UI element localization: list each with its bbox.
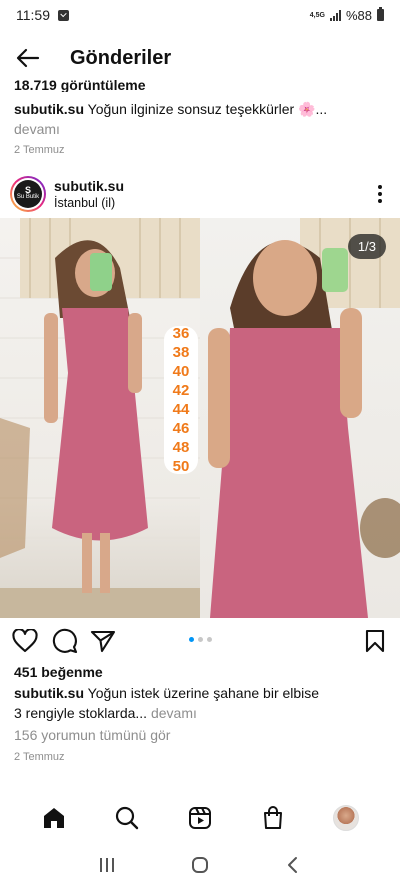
carousel-dot bbox=[207, 637, 212, 642]
previous-post-username[interactable]: subutik.su bbox=[14, 101, 84, 117]
size-label: 50 bbox=[172, 458, 190, 475]
post-user-info: subutik.su İstanbul (il) bbox=[54, 178, 124, 210]
previous-post-more-link[interactable]: devamı bbox=[14, 121, 60, 137]
shop-icon bbox=[263, 806, 282, 829]
size-label: 46 bbox=[172, 420, 190, 437]
nav-home[interactable] bbox=[40, 804, 68, 832]
home-system-button[interactable] bbox=[190, 856, 210, 879]
arrow-left-icon bbox=[16, 48, 40, 68]
post-header: S Su Butik subutik.su İstanbul (il) bbox=[0, 174, 400, 214]
page-title: Gönderiler bbox=[70, 46, 172, 69]
size-label: 44 bbox=[172, 401, 190, 418]
previous-post-caption: subutik.su Yoğun ilginize sonsuz teşekkü… bbox=[14, 99, 386, 139]
carousel-counter: 1/3 bbox=[347, 234, 386, 259]
post-caption: subutik.su Yoğun istek üzerine şahane bi… bbox=[14, 683, 386, 723]
nav-profile[interactable] bbox=[332, 804, 360, 832]
size-label: 42 bbox=[172, 382, 190, 399]
battery-percent: %88 bbox=[345, 7, 372, 23]
notification-icon bbox=[58, 9, 69, 21]
post-location[interactable]: İstanbul (il) bbox=[54, 196, 124, 210]
previous-post-views: 18.719 görüntüleme bbox=[14, 80, 146, 92]
search-icon bbox=[116, 806, 139, 830]
heart-icon bbox=[12, 629, 38, 653]
avatar[interactable]: S Su Butik bbox=[10, 176, 46, 212]
caption-line-1: Yoğun istek üzerine şahane bir elbise bbox=[87, 685, 320, 701]
back-system-button[interactable] bbox=[283, 856, 303, 879]
like-button[interactable] bbox=[12, 628, 38, 654]
nav-search[interactable] bbox=[113, 804, 141, 832]
status-time: 11:59 bbox=[16, 7, 50, 23]
kebab-icon bbox=[378, 185, 382, 189]
back-button[interactable] bbox=[0, 38, 56, 78]
carousel-dot-active bbox=[189, 637, 194, 642]
network-type: 4,5G bbox=[309, 11, 325, 19]
bookmark-icon bbox=[365, 629, 385, 653]
view-all-comments-link[interactable]: 156 yorumun tümünü gör bbox=[14, 727, 170, 743]
previous-post-caption-text: Yoğun ilginize sonsuz teşekkürler 🌸... bbox=[87, 101, 328, 117]
comment-button[interactable] bbox=[52, 628, 78, 654]
bottom-nav bbox=[0, 796, 400, 840]
share-button[interactable] bbox=[90, 628, 116, 654]
status-indicators: 4,5G %88 bbox=[309, 7, 384, 23]
chevron-left-icon bbox=[288, 856, 298, 873]
post-media[interactable]: 36 38 40 42 44 46 48 50 1/3 bbox=[0, 218, 400, 618]
size-label: 40 bbox=[172, 363, 190, 380]
previous-post-date: 2 Temmuz bbox=[14, 144, 65, 156]
nav-reels[interactable] bbox=[186, 804, 214, 832]
recent-apps-icon bbox=[99, 857, 114, 872]
home-icon bbox=[44, 808, 65, 828]
comment-icon bbox=[52, 628, 78, 654]
post-username[interactable]: subutik.su bbox=[54, 178, 124, 194]
home-circle-icon bbox=[191, 856, 208, 873]
avatar-logo: S Su Butik bbox=[14, 180, 42, 208]
nav-shop[interactable] bbox=[259, 804, 287, 832]
reels-icon bbox=[188, 807, 211, 829]
caption-line-2: 3 rengiyle stoklarda... bbox=[14, 705, 148, 721]
system-nav bbox=[0, 846, 400, 888]
caption-more-link[interactable]: devamı bbox=[151, 705, 197, 721]
model-right-illustration bbox=[208, 218, 400, 618]
app-header: Gönderiler bbox=[0, 38, 400, 78]
size-list: 36 38 40 42 44 46 48 50 bbox=[164, 325, 198, 475]
recent-apps-button[interactable] bbox=[97, 856, 117, 879]
save-button[interactable] bbox=[362, 628, 388, 654]
post-actions bbox=[0, 622, 400, 658]
send-icon bbox=[90, 630, 116, 653]
size-label: 48 bbox=[172, 439, 190, 456]
more-options-button[interactable] bbox=[370, 179, 390, 209]
size-label: 38 bbox=[172, 344, 190, 361]
like-count[interactable]: 451 beğenme bbox=[14, 664, 103, 680]
carousel-dots bbox=[189, 637, 212, 642]
caption-username[interactable]: subutik.su bbox=[14, 685, 84, 701]
battery-icon bbox=[377, 7, 384, 21]
status-bar: 11:59 4,5G %88 bbox=[0, 0, 400, 30]
post-date: 2 Temmuz bbox=[14, 751, 65, 763]
photo-right bbox=[200, 218, 400, 618]
size-label: 36 bbox=[172, 325, 190, 342]
carousel-dot bbox=[198, 637, 203, 642]
signal-icon bbox=[329, 9, 341, 21]
profile-avatar bbox=[332, 805, 359, 831]
